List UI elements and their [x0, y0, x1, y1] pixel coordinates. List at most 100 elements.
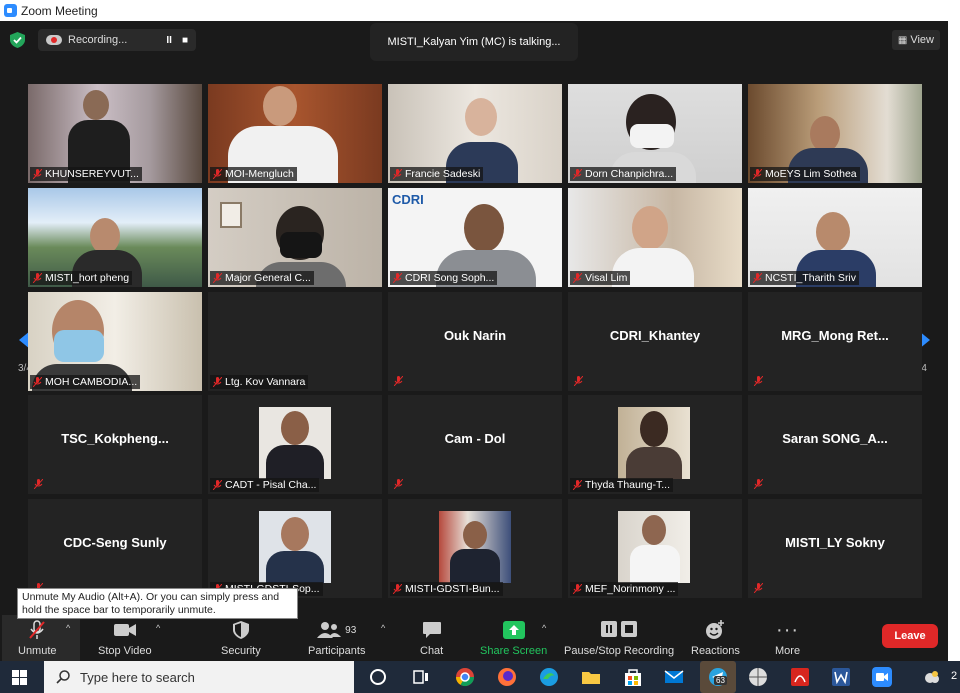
participant-body	[626, 447, 682, 479]
video-tile[interactable]: CDRI_Khantey	[568, 292, 742, 391]
cdri-logo: CDRI	[392, 192, 424, 207]
video-tile[interactable]: MEF_Norinmony ...	[568, 499, 742, 598]
reactions-button[interactable]: Reactions	[691, 619, 740, 657]
video-tile[interactable]: MISTI_hort pheng	[28, 188, 202, 287]
video-tile[interactable]: MOI-Mengluch	[208, 84, 382, 183]
participants-button[interactable]: 93 Participants	[308, 619, 365, 657]
participant-name-label: CADT - Pisal Cha...	[210, 478, 320, 492]
participant-name-label: MOI-Mengluch	[210, 167, 297, 181]
participant-face	[464, 204, 504, 252]
encryption-shield-icon[interactable]	[10, 32, 25, 48]
video-tile[interactable]: NCSTI_Tharith Sriv	[748, 188, 922, 287]
share-options-caret-icon[interactable]: ^	[542, 623, 546, 633]
video-tile[interactable]: MISTI_LY Sokny	[748, 499, 922, 598]
video-tile[interactable]: MRG_Mong Ret...	[748, 292, 922, 391]
share-screen-button[interactable]: Share Screen	[480, 619, 547, 657]
participant-name: TSC_Kokpheng...	[61, 431, 169, 446]
muted-mic-icon	[754, 376, 763, 386]
cortana-icon[interactable]	[368, 667, 388, 687]
video-tile[interactable]: Cam - Dol	[388, 395, 562, 494]
participant-face	[90, 218, 120, 254]
pause-stop-icon	[599, 619, 639, 641]
muted-mic-icon	[394, 376, 403, 386]
chat-bubble-icon	[422, 619, 442, 641]
participant-name-label: MoEYS Lim Sothea	[750, 167, 860, 181]
video-tile[interactable]: TSC_Kokpheng...	[28, 395, 202, 494]
word-icon[interactable]	[831, 667, 851, 687]
video-tile[interactable]: KHUNSEREYVUT...	[28, 84, 202, 183]
participant-name: MRG_Mong Ret...	[781, 328, 889, 343]
more-button[interactable]: ··· More	[775, 619, 800, 658]
video-tile[interactable]: Francie Sadeski	[388, 84, 562, 183]
muted-mic-icon	[754, 479, 763, 489]
video-tile[interactable]: Major General C...	[208, 188, 382, 287]
unmute-button[interactable]: Unmute	[18, 619, 57, 657]
active-speaker-banner: MISTI_Kalyan Yim (MC) is talking...	[370, 23, 578, 61]
participant-name-label: Dorn Chanpichra...	[570, 167, 677, 181]
security-shield-icon	[232, 619, 249, 641]
muted-mic-icon	[393, 584, 402, 594]
video-tile[interactable]: Ltg. Kov Vannara	[208, 292, 382, 391]
chat-button[interactable]: Chat	[420, 619, 443, 657]
participant-name-label: MOH CAMBODIA...	[30, 375, 141, 389]
participant-face	[642, 515, 666, 545]
acrobat-icon[interactable]	[790, 667, 810, 687]
muted-mic-icon	[213, 377, 222, 387]
vpn-globe-icon[interactable]	[748, 667, 768, 687]
muted-mic-icon	[33, 377, 42, 387]
security-button[interactable]: Security	[221, 619, 261, 657]
participant-name: CDC-Seng Sunly	[63, 535, 167, 550]
share-screen-icon	[502, 619, 525, 641]
window-title: Zoom Meeting	[21, 3, 98, 18]
participant-name: Cam - Dol	[444, 431, 506, 446]
zoom-taskbar-icon[interactable]	[872, 667, 892, 687]
weather-cloud-icon[interactable]	[922, 667, 942, 687]
window-titlebar: Zoom Meeting	[0, 0, 960, 21]
video-tile[interactable]: MISTI-GDSTI-Sop...	[208, 499, 382, 598]
file-explorer-icon[interactable]	[581, 667, 601, 687]
muted-mic-icon	[573, 273, 582, 283]
video-tile[interactable]: MISTI-GDSTI-Bun...	[388, 499, 562, 598]
participant-name-label: Ltg. Kov Vannara	[210, 375, 309, 389]
audio-options-caret-icon[interactable]: ^	[66, 623, 70, 633]
store-icon[interactable]	[623, 667, 643, 687]
video-options-caret-icon[interactable]: ^	[156, 623, 160, 633]
task-view-icon[interactable]	[411, 667, 431, 687]
taskbar-search-box[interactable]: Type here to search	[44, 661, 354, 693]
video-tile[interactable]: CADT - Pisal Cha...	[208, 395, 382, 494]
leave-button[interactable]: Leave	[882, 624, 938, 648]
participant-name: CDRI_Khantey	[609, 328, 701, 343]
stop-video-button[interactable]: Stop Video	[98, 619, 152, 657]
participants-options-caret-icon[interactable]: ^	[381, 623, 385, 633]
participant-name-label: MEF_Norinmony ...	[570, 582, 679, 596]
meeting-topbar: Recording... II ■ MISTI_Kalyan Yim (MC) …	[0, 21, 948, 61]
video-tile[interactable]: MOH CAMBODIA...	[28, 292, 202, 391]
pause-recording-button[interactable]: II	[166, 35, 172, 46]
view-button[interactable]: ▦ View	[891, 30, 940, 50]
participant-body	[630, 545, 680, 583]
video-tile[interactable]: Saran SONG_A...	[748, 395, 922, 494]
windows-start-icon[interactable]	[12, 670, 27, 685]
muted-mic-icon	[573, 169, 582, 179]
participant-name-label: MISTI-GDSTI-Bun...	[390, 582, 503, 596]
video-tile[interactable]: Ouk Narin	[388, 292, 562, 391]
edge-icon[interactable]	[539, 667, 559, 687]
participant-body	[450, 549, 500, 583]
pause-stop-recording-button[interactable]: Pause/Stop Recording	[564, 619, 674, 657]
participant-name-label: NCSTI_Tharith Sriv	[750, 271, 860, 285]
video-tile[interactable]: Visal Lim	[568, 188, 742, 287]
video-tile[interactable]: CDC-Seng Sunly	[28, 499, 202, 598]
muted-mic-icon	[34, 479, 43, 489]
muted-mic-icon	[213, 273, 222, 283]
video-tile[interactable]: CDRI CDRI Song Soph...	[388, 188, 562, 287]
stop-recording-button[interactable]: ■	[182, 35, 188, 46]
video-tile[interactable]: Dorn Chanpichra...	[568, 84, 742, 183]
muted-mic-icon	[753, 273, 762, 283]
participant-mask	[54, 330, 104, 362]
firefox-icon[interactable]	[497, 667, 517, 687]
mail-icon[interactable]	[664, 667, 684, 687]
video-tile[interactable]: MoEYS Lim Sothea	[748, 84, 922, 183]
video-tile[interactable]: Thyda Thaung-T...	[568, 395, 742, 494]
muted-mic-icon	[393, 273, 402, 283]
chrome-icon[interactable]	[455, 667, 475, 687]
